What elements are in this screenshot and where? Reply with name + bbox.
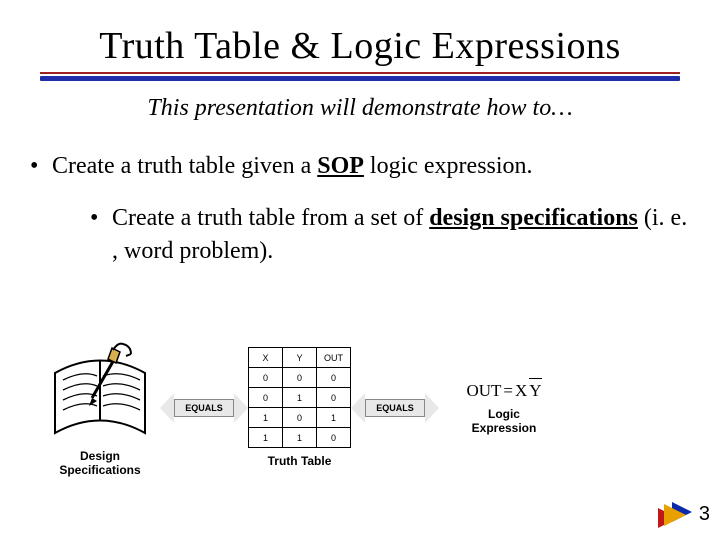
page-number: 3 — [699, 503, 710, 526]
tt-cell: 0 — [283, 408, 317, 428]
tt-cell: 0 — [283, 368, 317, 388]
bullet-2-pre: Create a truth table from a set of — [112, 205, 429, 231]
tt-h2: OUT — [317, 348, 351, 368]
slide: Truth Table & Logic Expressions This pre… — [0, 0, 720, 540]
equals-label-1: EQUALS — [185, 403, 223, 413]
bullet-list: Create a truth table given a SOP logic e… — [30, 150, 690, 267]
table-row: 101 — [249, 408, 351, 428]
tt-cell: 1 — [249, 428, 283, 448]
tt-cell: 1 — [283, 428, 317, 448]
equals-label-2: EQUALS — [376, 403, 414, 413]
diagram-row: Design Specifications EQUALS X Y OUT 000… — [40, 338, 690, 477]
design-caption-l2: Specifications — [59, 463, 140, 477]
expr-x: X — [515, 381, 527, 401]
bullet-1-post: logic expression. — [364, 153, 533, 179]
bullet-1: Create a truth table given a SOP logic e… — [30, 150, 690, 182]
pltw-logo-icon — [658, 500, 692, 530]
tt-cell: 0 — [317, 388, 351, 408]
tt-cell: 0 — [249, 368, 283, 388]
bullet-2: Create a truth table from a set of desig… — [90, 202, 690, 267]
bullet-2-ds: design specifications — [429, 205, 638, 231]
design-caption-l1: Design — [80, 449, 120, 463]
expr-y-bar: Y — [529, 380, 541, 401]
notebook-icon — [45, 338, 155, 443]
bullet-1-pre: Create a truth table given a — [52, 153, 317, 179]
le-caption-l2: Expression — [472, 421, 537, 435]
logic-expression-caption: Logic Expression — [472, 407, 537, 435]
tt-cell: 1 — [317, 408, 351, 428]
tt-cell: 0 — [317, 368, 351, 388]
table-row: 000 — [249, 368, 351, 388]
tt-h1: Y — [283, 348, 317, 368]
expr-out: OUT — [466, 381, 501, 401]
truth-table: X Y OUT 000 010 101 110 — [248, 347, 351, 448]
design-caption: Design Specifications — [59, 449, 140, 477]
truth-table-caption: Truth Table — [268, 454, 332, 468]
le-caption-l1: Logic — [488, 407, 520, 421]
tt-cell: 0 — [249, 388, 283, 408]
title-underline — [40, 72, 680, 81]
subtitle: This presentation will demonstrate how t… — [30, 95, 690, 122]
design-spec-figure: Design Specifications — [40, 338, 160, 477]
slide-title: Truth Table & Logic Expressions — [30, 24, 690, 68]
expr-eq: = — [503, 381, 513, 401]
table-row: 110 — [249, 428, 351, 448]
tt-cell: 1 — [283, 388, 317, 408]
truth-table-header-row: X Y OUT — [249, 348, 351, 368]
tt-h0: X — [249, 348, 283, 368]
logic-expression: OUT = X Y — [466, 380, 541, 401]
equals-arrow-right: EQUALS — [355, 393, 435, 423]
truth-table-figure: X Y OUT 000 010 101 110 Truth Table — [248, 347, 351, 468]
equals-arrow-left: EQUALS — [164, 393, 244, 423]
bullet-1-sop: SOP — [317, 153, 364, 179]
logic-expression-figure: OUT = X Y Logic Expression — [439, 380, 569, 435]
tt-cell: 1 — [249, 408, 283, 428]
table-row: 010 — [249, 388, 351, 408]
tt-cell: 0 — [317, 428, 351, 448]
